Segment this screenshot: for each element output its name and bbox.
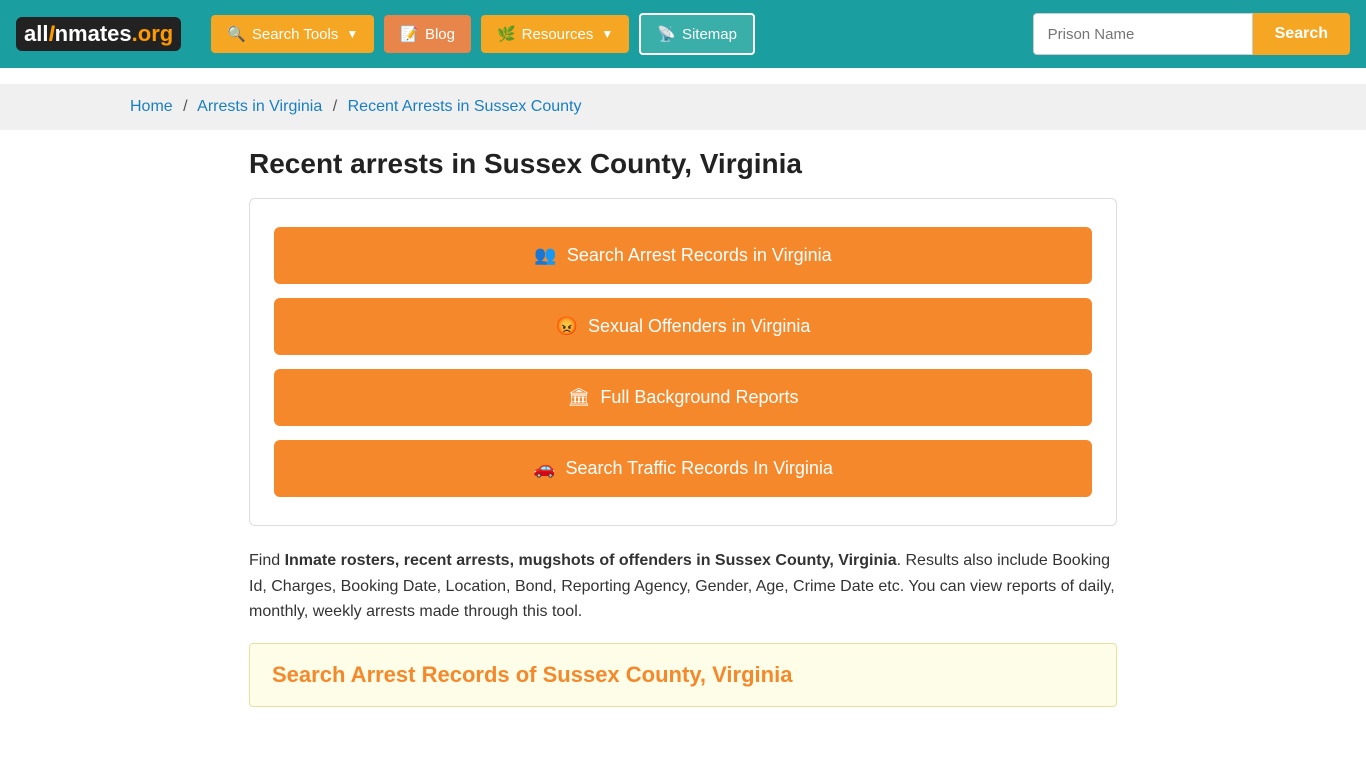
main-content: Recent arrests in Sussex County, Virgini… xyxy=(233,148,1133,707)
search-arrest-records-button[interactable]: 👥 Search Arrest Records in Virginia xyxy=(274,227,1092,284)
sitemap-label: Sitemap xyxy=(682,26,737,43)
section-heading: Search Arrest Records of Sussex County, … xyxy=(272,662,1094,688)
blog-button[interactable]: 📝 Blog xyxy=(384,15,471,53)
sitemap-icon: 📡 xyxy=(657,25,676,43)
search-tools-icon: 🔍 xyxy=(227,25,246,43)
resources-icon: 🌿 xyxy=(497,25,516,43)
navbar: allInmates.org 🔍 Search Tools ▼ 📝 Blog 🌿… xyxy=(0,0,1366,68)
background-reports-button[interactable]: 🏛 Full Background Reports xyxy=(274,369,1092,426)
action-buttons-card: 👥 Search Arrest Records in Virginia 😡 Se… xyxy=(249,198,1117,526)
resources-arrow: ▼ xyxy=(601,27,613,41)
traffic-records-label: Search Traffic Records In Virginia xyxy=(565,458,832,479)
angry-icon: 😡 xyxy=(556,316,578,337)
search-tools-arrow: ▼ xyxy=(346,27,358,41)
building-icon: 🏛 xyxy=(568,387,591,408)
background-reports-label: Full Background Reports xyxy=(600,387,798,408)
logo[interactable]: allInmates.org xyxy=(16,17,181,51)
desc-bold: Inmate rosters, recent arrests, mugshots… xyxy=(285,552,897,569)
car-icon: 🚗 xyxy=(533,458,555,479)
search-arrest-label: Search Arrest Records in Virginia xyxy=(567,245,832,266)
nav-search-group: Search xyxy=(1033,13,1350,55)
breadcrumb: Home / Arrests in Virginia / Recent Arre… xyxy=(0,84,1366,130)
breadcrumb-sep-2: / xyxy=(333,98,337,115)
sexual-offenders-label: Sexual Offenders in Virginia xyxy=(588,316,810,337)
sitemap-button[interactable]: 📡 Sitemap xyxy=(639,13,755,55)
desc-part1: Find xyxy=(249,552,285,569)
resources-button[interactable]: 🌿 Resources ▼ xyxy=(481,15,629,53)
blog-icon: 📝 xyxy=(400,25,419,43)
breadcrumb-arrests-virginia[interactable]: Arrests in Virginia xyxy=(197,98,322,115)
prison-name-input[interactable] xyxy=(1033,13,1253,55)
users-icon: 👥 xyxy=(534,245,556,266)
breadcrumb-current: Recent Arrests in Sussex County xyxy=(348,98,582,115)
nav-search-button[interactable]: Search xyxy=(1253,13,1350,55)
search-tools-button[interactable]: 🔍 Search Tools ▼ xyxy=(211,15,374,53)
sexual-offenders-button[interactable]: 😡 Sexual Offenders in Virginia xyxy=(274,298,1092,355)
section-heading-box: Search Arrest Records of Sussex County, … xyxy=(249,643,1117,707)
logo-text: allInmates.org xyxy=(24,21,173,47)
breadcrumb-home[interactable]: Home xyxy=(130,98,173,115)
search-tools-label: Search Tools xyxy=(252,26,338,43)
traffic-records-button[interactable]: 🚗 Search Traffic Records In Virginia xyxy=(274,440,1092,497)
description-text: Find Inmate rosters, recent arrests, mug… xyxy=(249,548,1117,625)
breadcrumb-sep-1: / xyxy=(183,98,187,115)
resources-label: Resources xyxy=(522,26,594,43)
page-title: Recent arrests in Sussex County, Virgini… xyxy=(249,148,1117,180)
blog-label: Blog xyxy=(425,26,455,43)
nav-search-label: Search xyxy=(1275,25,1328,42)
